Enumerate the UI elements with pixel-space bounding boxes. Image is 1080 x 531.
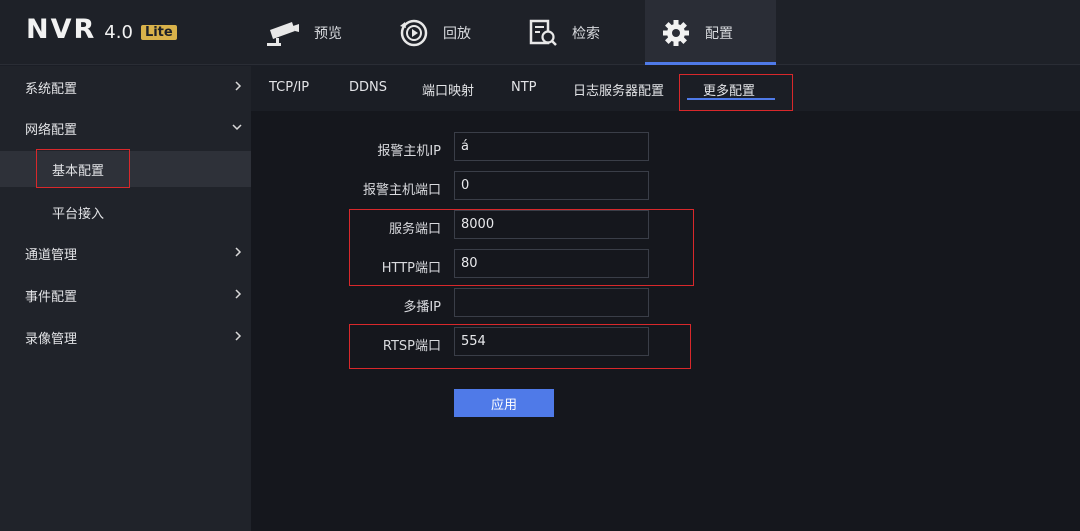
service-port-label: 服务端口 [388,222,441,237]
sidebar-item-network-config[interactable]: 网络配置 [0,109,251,147]
tab-tcpip[interactable]: TCP/IP [269,80,309,95]
sidebar-item-event-config[interactable]: 事件配置 [0,276,251,314]
search-document-icon [528,18,558,48]
chevron-right-icon [233,246,243,262]
tab-log-server-config[interactable]: 日志服务器配置 [573,80,664,99]
tab-configuration[interactable]: 配置 [645,0,776,65]
active-tab-indicator [687,98,775,100]
sidebar: 系统配置 网络配置 基本配置 平台接入 通道管理 事件配置 录像管理 [0,66,251,531]
http-port-label: HTTP端口 [381,261,441,276]
sidebar-item-label: 平台接入 [52,206,105,222]
tab-search-label: 检索 [572,25,600,42]
camera-icon [264,18,300,48]
alarm-host-port-label: 报警主机端口 [362,183,441,198]
playback-icon [399,18,429,48]
chevron-right-icon [233,80,243,96]
sidebar-item-label: 网络配置 [25,122,78,138]
tab-preview[interactable]: 预览 [258,0,376,65]
gear-icon [661,18,691,48]
tab-port-mapping[interactable]: 端口映射 [422,80,474,99]
rtsp-port-input[interactable]: 554 [454,327,649,356]
multicast-ip-label: 多播IP [403,300,441,315]
sidebar-item-label: 录像管理 [25,331,78,347]
chevron-right-icon [233,330,243,346]
logo-text: NVR [26,14,97,45]
sidebar-item-label: 系统配置 [25,81,78,97]
sidebar-item-channel-management[interactable]: 通道管理 [0,234,251,272]
tab-configuration-label: 配置 [705,25,733,42]
tab-preview-label: 预览 [314,25,342,42]
tab-ntp[interactable]: NTP [511,80,537,95]
app-logo: NVR 4.0 Lite [26,14,177,50]
alarm-host-port-input[interactable]: 0 [454,171,649,200]
chevron-down-icon [231,121,243,136]
sidebar-item-label: 基本配置 [52,163,105,179]
tab-playback-label: 回放 [443,25,471,42]
sidebar-item-platform-access[interactable]: 平台接入 [0,193,251,231]
alarm-host-ip-label: 报警主机IP [377,144,441,159]
http-port-input[interactable]: 80 [454,249,649,278]
service-port-input[interactable]: 8000 [454,210,649,239]
sidebar-item-system-config[interactable]: 系统配置 [0,68,251,106]
main-content: TCP/IP DDNS 端口映射 NTP 日志服务器配置 更多配置 报警主机IP… [251,66,1080,531]
multicast-ip-input[interactable] [454,288,649,317]
logo-edition-badge: Lite [140,25,177,40]
rtsp-port-label: RTSP端口 [382,339,441,354]
logo-version: 4.0 [104,22,133,43]
alarm-host-ip-input[interactable]: á [454,132,649,161]
sidebar-item-recording-management[interactable]: 录像管理 [0,318,251,356]
subtab-bar: TCP/IP DDNS 端口映射 NTP 日志服务器配置 更多配置 [251,66,1080,111]
tab-more-config[interactable]: 更多配置 [703,80,755,99]
tab-search[interactable]: 检索 [528,0,646,65]
tab-playback[interactable]: 回放 [396,0,514,65]
apply-button[interactable]: 应用 [454,389,554,417]
sidebar-item-basic-config[interactable]: 基本配置 [0,151,251,187]
top-navigation-bar: NVR 4.0 Lite 预览 回放 检索 配置 [0,0,1080,65]
sidebar-item-label: 事件配置 [25,289,78,305]
sidebar-item-label: 通道管理 [25,247,78,263]
chevron-right-icon [233,288,243,304]
tab-ddns[interactable]: DDNS [349,80,387,95]
